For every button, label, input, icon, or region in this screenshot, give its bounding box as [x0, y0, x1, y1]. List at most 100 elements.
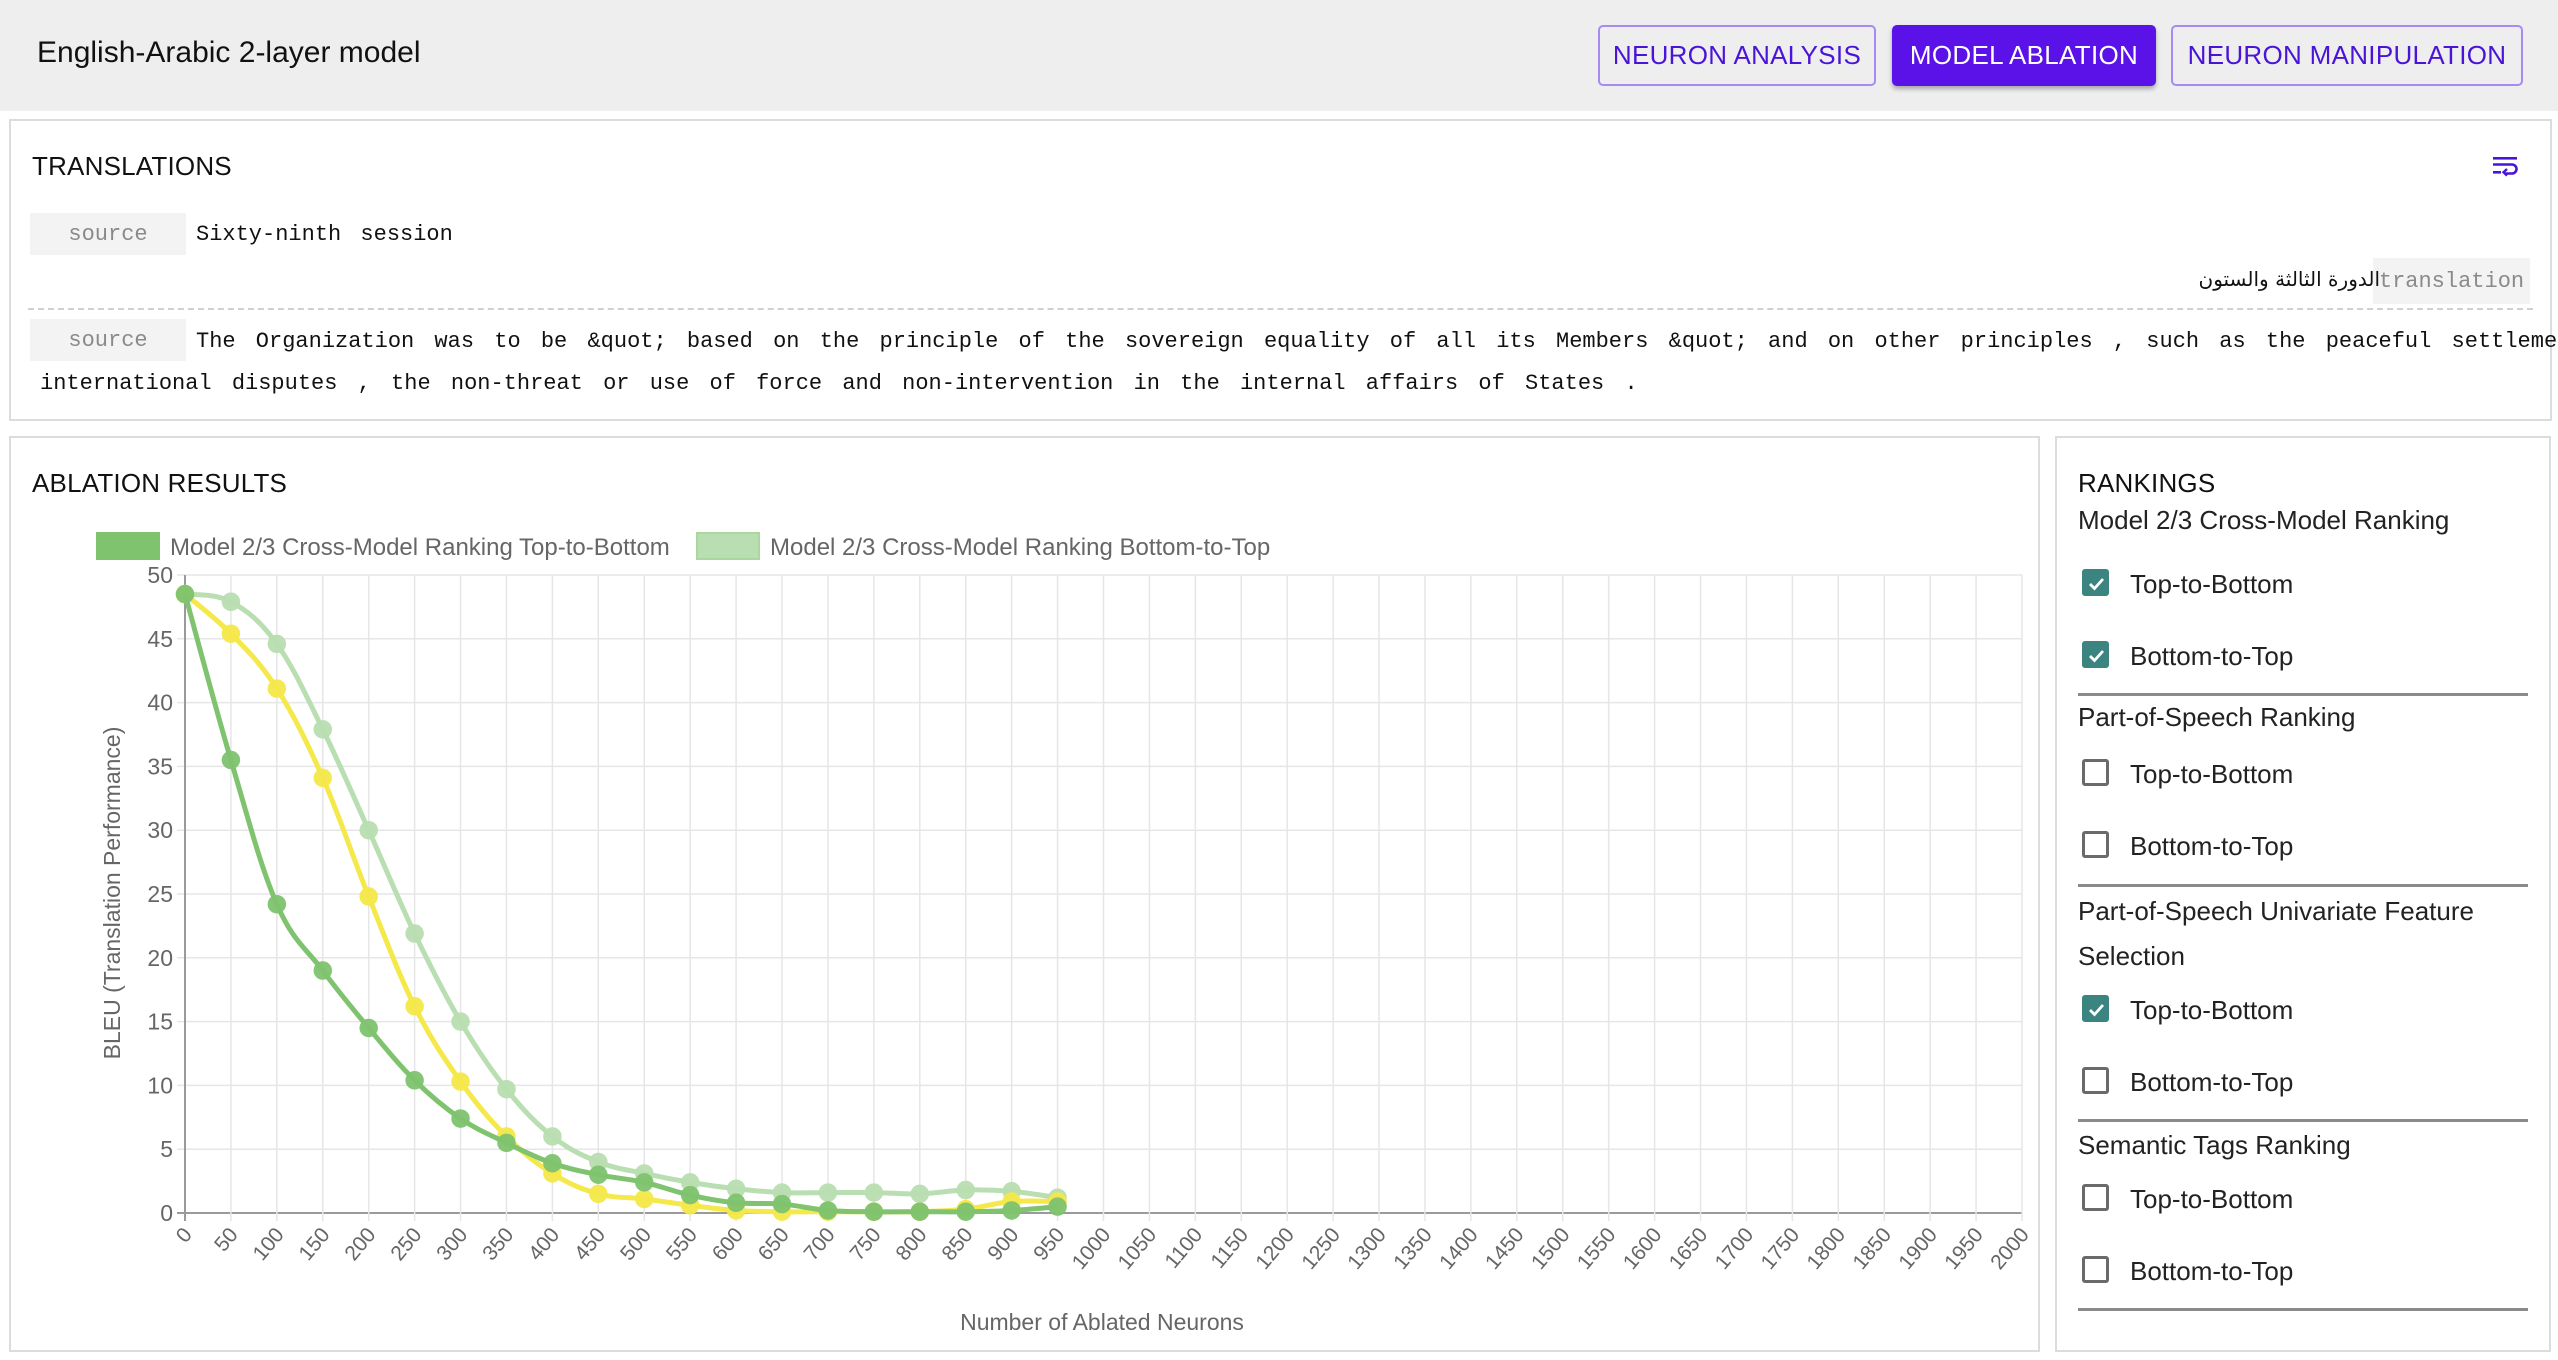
x-tick-label: 550	[662, 1223, 702, 1265]
x-tick-label: 450	[570, 1223, 610, 1265]
x-tick-label: 200	[340, 1223, 380, 1265]
series-line	[182, 593, 1058, 1215]
data-point	[451, 1072, 470, 1091]
chart-axes: 051015202530354045500 50 100 150 200 250 300 35…	[147, 562, 2033, 1274]
y-tick-label: 50	[147, 562, 173, 588]
data-point	[267, 679, 287, 698]
checkbox-semantic-bottom-to-top[interactable]	[2082, 1256, 2109, 1283]
x-tick-label: 1050	[1114, 1223, 1162, 1274]
checkbox-cross-model-bottom-to-top[interactable]	[2082, 641, 2109, 668]
x-tick-label: 1000	[1068, 1223, 1116, 1274]
checkbox-univariate-bottom-to-top[interactable]	[2082, 1067, 2109, 1094]
data-point	[405, 924, 424, 943]
x-tick-label: 700	[800, 1223, 840, 1265]
data-point	[313, 961, 333, 980]
data-point	[313, 720, 333, 739]
data-point	[221, 592, 241, 612]
option-label[interactable]: Bottom-to-Top	[2130, 1256, 2293, 1287]
y-tick-label: 10	[147, 1072, 173, 1098]
option-label[interactable]: Top-to-Bottom	[2130, 569, 2293, 600]
x-tick-label: 300	[432, 1223, 472, 1265]
series-1	[175, 584, 1067, 1221]
checkbox-pos-top-to-bottom[interactable]	[2082, 759, 2109, 786]
x-tick-label: 400	[524, 1223, 564, 1265]
data-point	[635, 1173, 654, 1192]
checkbox-semantic-top-to-bottom[interactable]	[2082, 1184, 2109, 1211]
option-label[interactable]: Bottom-to-Top	[2130, 641, 2293, 672]
group-divider	[2078, 1119, 2528, 1122]
x-tick-label: 1300	[1343, 1223, 1391, 1274]
x-tick-label: 750	[846, 1223, 886, 1265]
x-tick-label: 350	[478, 1223, 518, 1265]
data-point	[267, 634, 287, 654]
y-tick-label: 30	[147, 817, 173, 843]
x-tick-label: 1250	[1297, 1223, 1345, 1274]
option-label[interactable]: Bottom-to-Top	[2130, 1067, 2293, 1098]
data-point	[818, 1201, 838, 1220]
rankings-title: RANKINGS	[2078, 468, 2216, 498]
checkbox-univariate-top-to-bottom[interactable]	[2082, 995, 2109, 1022]
option-label[interactable]: Bottom-to-Top	[2130, 831, 2293, 862]
data-point	[221, 624, 241, 643]
data-point	[359, 1018, 378, 1038]
data-point	[221, 750, 241, 770]
y-tick-label: 40	[147, 690, 173, 716]
data-point	[359, 820, 378, 840]
data-point	[267, 894, 287, 914]
data-point	[680, 1185, 700, 1205]
data-point	[543, 1153, 562, 1173]
y-tick-label: 20	[147, 945, 173, 971]
legend-label: Model 2/3 Cross-Model Ranking Top-to-Bot…	[170, 534, 670, 561]
x-tick-label: 250	[386, 1223, 426, 1265]
option-label[interactable]: Top-to-Bottom	[2130, 1184, 2293, 1215]
x-tick-label: 1750	[1757, 1223, 1805, 1274]
data-point	[451, 1012, 470, 1031]
checkbox-cross-model-top-to-bottom[interactable]	[2082, 569, 2109, 596]
y-axis-label: BLEU (Translation Performance)	[99, 727, 125, 1060]
x-tick-label: 1500	[1527, 1223, 1575, 1274]
data-point	[589, 1165, 608, 1184]
data-point	[818, 1183, 838, 1202]
data-point	[543, 1127, 562, 1146]
option-label[interactable]: Top-to-Bottom	[2130, 759, 2293, 790]
series-line	[184, 591, 1058, 1201]
y-tick-label: 35	[147, 753, 173, 779]
data-point	[497, 1079, 516, 1099]
x-tick-label: 600	[708, 1223, 748, 1265]
legend-swatch	[696, 532, 760, 560]
group-divider	[2078, 1308, 2528, 1311]
group-title-pos: Part-of-Speech Ranking	[2078, 702, 2356, 732]
x-tick-label: 1800	[1802, 1223, 1850, 1274]
data-point	[910, 1202, 930, 1221]
group-title-pos-univariate-line1: Part-of-Speech Univariate Feature	[2078, 896, 2474, 926]
group-divider	[2078, 884, 2528, 887]
data-point	[956, 1202, 975, 1221]
x-tick-label: 50	[210, 1223, 243, 1256]
y-tick-label: 45	[147, 626, 173, 652]
data-point	[864, 1183, 884, 1202]
x-axis-label: Number of Ablated Neurons	[960, 1309, 1244, 1335]
data-point	[497, 1133, 516, 1153]
legend-item: Model 2/3 Cross-Model Ranking Top-to-Bot…	[96, 532, 670, 561]
x-tick-label: 2000	[1986, 1223, 2034, 1274]
data-point	[589, 1184, 608, 1204]
x-tick-label: 800	[891, 1223, 931, 1265]
x-tick-label: 1600	[1619, 1223, 1667, 1274]
y-tick-label: 0	[160, 1200, 173, 1226]
chart-legend: Model 2/3 Cross-Model Ranking Top-to-Bot…	[96, 532, 1270, 561]
data-point	[405, 997, 424, 1016]
legend-label: Model 2/3 Cross-Model Ranking Bottom-to-…	[770, 534, 1270, 561]
x-tick-label: 1450	[1481, 1223, 1529, 1274]
data-point	[910, 1184, 930, 1204]
y-tick-label: 15	[147, 1009, 173, 1035]
data-point	[956, 1180, 975, 1200]
option-label[interactable]: Top-to-Bottom	[2130, 995, 2293, 1026]
x-tick-label: 900	[983, 1223, 1023, 1265]
x-tick-label: 1200	[1251, 1223, 1299, 1274]
data-point	[772, 1194, 792, 1214]
checkbox-pos-bottom-to-top[interactable]	[2082, 831, 2109, 858]
data-point	[175, 584, 195, 604]
x-tick-label: 500	[616, 1223, 656, 1265]
x-tick-label: 0	[172, 1223, 197, 1247]
x-tick-label: 100	[249, 1223, 289, 1265]
